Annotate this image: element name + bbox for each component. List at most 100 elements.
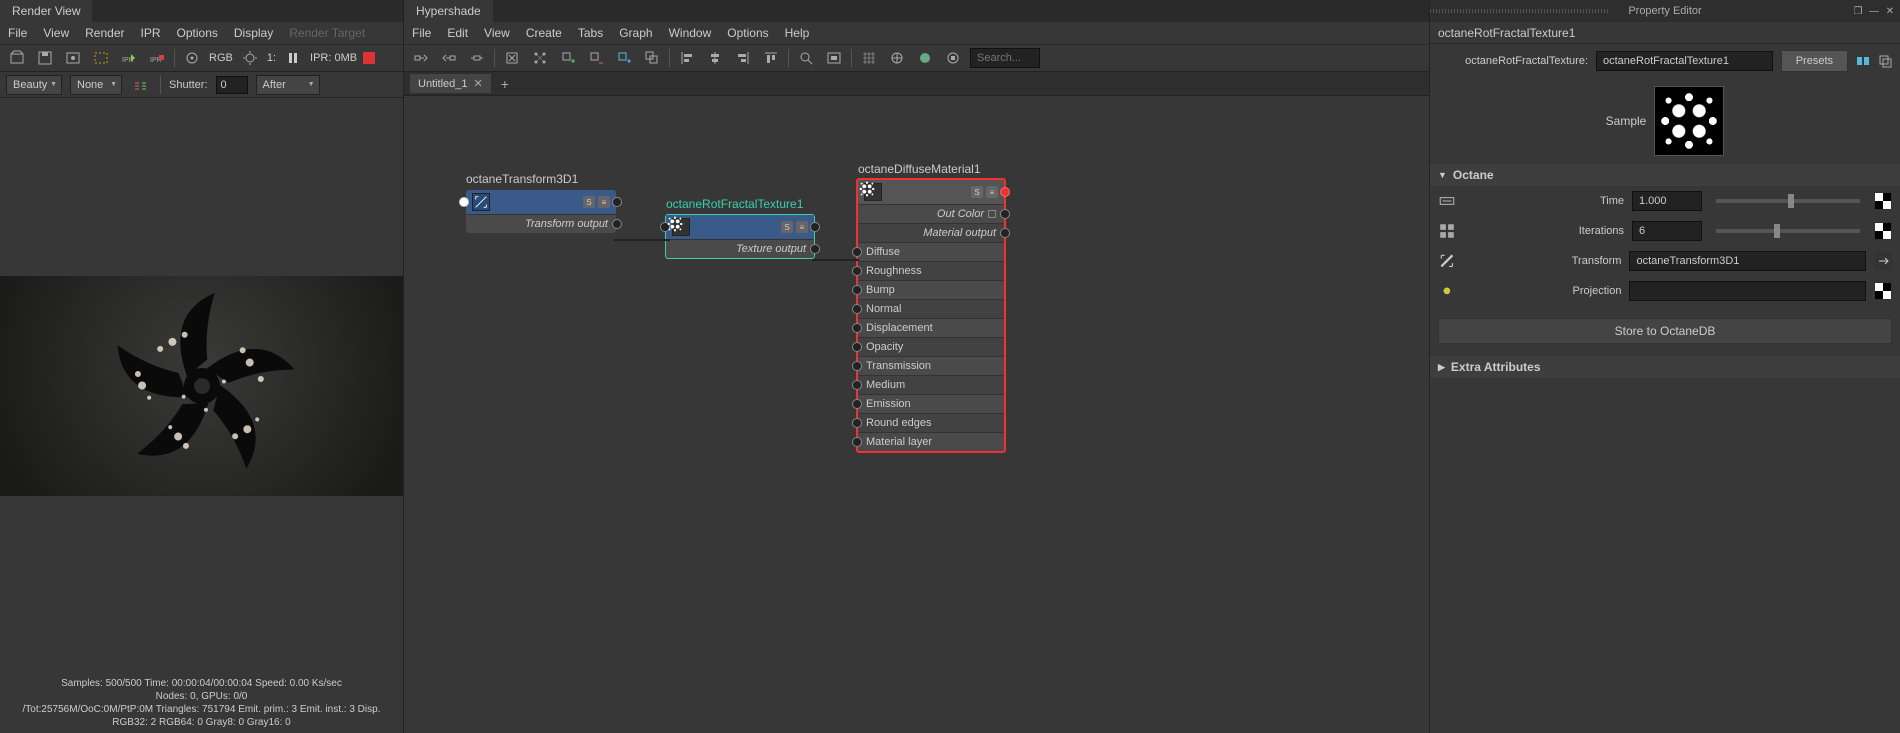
- restore-icon[interactable]: ❐: [1852, 5, 1864, 17]
- output-port[interactable]: [1000, 228, 1010, 238]
- hs-menu-edit[interactable]: Edit: [447, 26, 468, 40]
- input-diffuse[interactable]: Diffuse: [858, 242, 1004, 261]
- menu-badge-icon[interactable]: ≡: [796, 221, 808, 233]
- output-port[interactable]: [612, 197, 622, 207]
- input-medium[interactable]: Medium: [858, 375, 1004, 394]
- hypershade-tab[interactable]: Hypershade: [404, 0, 493, 22]
- solo-material-icon[interactable]: [914, 47, 936, 69]
- frame-all-icon[interactable]: [823, 47, 845, 69]
- render-icon[interactable]: [62, 47, 84, 69]
- layers-icon[interactable]: [130, 74, 152, 96]
- input-port[interactable]: [852, 247, 862, 257]
- time-map-button[interactable]: [1874, 192, 1892, 210]
- input-port[interactable]: [852, 266, 862, 276]
- graph-remove-icon[interactable]: [585, 47, 607, 69]
- save-render-icon[interactable]: [34, 47, 56, 69]
- minimize-icon[interactable]: —: [1868, 5, 1880, 17]
- iterations-input[interactable]: [1632, 221, 1702, 241]
- aov-dropdown[interactable]: None: [70, 75, 122, 95]
- octane-section-header[interactable]: ▼ Octane: [1430, 164, 1900, 186]
- menu-display[interactable]: Display: [234, 26, 273, 40]
- graph-add-sel-icon[interactable]: [613, 47, 635, 69]
- menu-ipr[interactable]: IPR: [141, 26, 161, 40]
- input-opacity[interactable]: Opacity: [858, 337, 1004, 356]
- exposure-icon[interactable]: [239, 47, 261, 69]
- input-port[interactable]: [459, 197, 469, 207]
- solo-badge-icon[interactable]: S: [781, 221, 793, 233]
- hs-menu-window[interactable]: Window: [669, 26, 712, 40]
- node-transform3d[interactable]: octaneTransform3D1 S≡ Transform output: [466, 190, 616, 233]
- input-normal[interactable]: Normal: [858, 299, 1004, 318]
- hs-menu-help[interactable]: Help: [785, 26, 810, 40]
- iterations-map-button[interactable]: [1874, 222, 1892, 240]
- output-port[interactable]: [1000, 187, 1010, 197]
- record-icon[interactable]: [363, 52, 375, 64]
- menu-render[interactable]: Render: [85, 26, 124, 40]
- transform-map-button[interactable]: [1874, 252, 1892, 270]
- doc-tab-untitled[interactable]: Untitled_1 ✕: [410, 74, 491, 93]
- shutter-mode-dropdown[interactable]: After: [256, 75, 320, 95]
- input-graph-icon[interactable]: [410, 47, 432, 69]
- add-tab-button[interactable]: +: [495, 76, 515, 92]
- menu-options[interactable]: Options: [177, 26, 218, 40]
- solo-badge-icon[interactable]: S: [583, 196, 595, 208]
- clear-graph-icon[interactable]: [501, 47, 523, 69]
- node-diffuse-material[interactable]: octaneDiffuseMaterial1 S≡ Out Color Mate…: [856, 178, 1006, 453]
- node-graph-canvas[interactable]: octaneTransform3D1 S≡ Transform output o…: [404, 96, 1429, 733]
- hs-menu-tabs[interactable]: Tabs: [578, 26, 603, 40]
- shutter-input[interactable]: [216, 76, 248, 94]
- store-octanedb-button[interactable]: Store to OctaneDB: [1438, 318, 1892, 344]
- show-hide-icon[interactable]: [1856, 54, 1870, 68]
- hypershade-search[interactable]: [970, 48, 1040, 68]
- rearrange-icon[interactable]: [529, 47, 551, 69]
- align-right-icon[interactable]: [732, 47, 754, 69]
- transform-input[interactable]: [1629, 251, 1866, 271]
- menu-file[interactable]: File: [8, 26, 27, 40]
- close-icon[interactable]: ✕: [1884, 5, 1896, 17]
- time-slider[interactable]: [1716, 199, 1860, 203]
- align-center-h-icon[interactable]: [704, 47, 726, 69]
- node-rotfractal-texture[interactable]: octaneRotFractalTexture1 S≡ Texture outp…: [665, 214, 815, 259]
- projection-map-button[interactable]: [1874, 282, 1892, 300]
- input-port[interactable]: [852, 399, 862, 409]
- render-settings-icon[interactable]: [181, 47, 203, 69]
- align-left-icon[interactable]: [676, 47, 698, 69]
- input-port[interactable]: [852, 323, 862, 333]
- copy-tab-icon[interactable]: [1878, 54, 1892, 68]
- input-transmission[interactable]: Transmission: [858, 356, 1004, 375]
- render-region-icon[interactable]: [90, 47, 112, 69]
- hs-menu-view[interactable]: View: [484, 26, 510, 40]
- input-displacement[interactable]: Displacement: [858, 318, 1004, 337]
- time-input[interactable]: [1632, 191, 1702, 211]
- node-name-input[interactable]: [1596, 51, 1773, 71]
- io-graph-icon[interactable]: [466, 47, 488, 69]
- input-port[interactable]: [852, 418, 862, 428]
- output-port[interactable]: [612, 219, 622, 229]
- pass-dropdown[interactable]: Beauty: [6, 75, 62, 95]
- extra-attributes-header[interactable]: ▶ Extra Attributes: [1430, 356, 1900, 378]
- input-material-layer[interactable]: Material layer: [858, 432, 1004, 451]
- solo-last-icon[interactable]: [942, 47, 964, 69]
- ipr-stop-icon[interactable]: IPR: [146, 47, 168, 69]
- input-port[interactable]: [852, 361, 862, 371]
- input-roughness[interactable]: Roughness: [858, 261, 1004, 280]
- input-port[interactable]: [852, 304, 862, 314]
- output-port[interactable]: [810, 222, 820, 232]
- grip-icon[interactable]: [1430, 9, 1610, 13]
- menu-badge-icon[interactable]: ≡: [598, 196, 610, 208]
- render-view-tab[interactable]: Render View: [0, 0, 92, 22]
- menu-render-target[interactable]: Render Target: [289, 26, 365, 40]
- close-tab-icon[interactable]: ✕: [474, 77, 483, 90]
- menu-view[interactable]: View: [43, 26, 69, 40]
- sample-preview[interactable]: [1654, 86, 1724, 156]
- zoom-icon[interactable]: [795, 47, 817, 69]
- output-graph-icon[interactable]: [438, 47, 460, 69]
- render-output-image[interactable]: [0, 276, 403, 496]
- graph-duplicate-icon[interactable]: [641, 47, 663, 69]
- pause-icon[interactable]: [282, 47, 304, 69]
- presets-button[interactable]: Presets: [1781, 50, 1848, 72]
- input-port[interactable]: [852, 342, 862, 352]
- snap-grid-icon[interactable]: [886, 47, 908, 69]
- input-emission[interactable]: Emission: [858, 394, 1004, 413]
- graph-add-icon[interactable]: [557, 47, 579, 69]
